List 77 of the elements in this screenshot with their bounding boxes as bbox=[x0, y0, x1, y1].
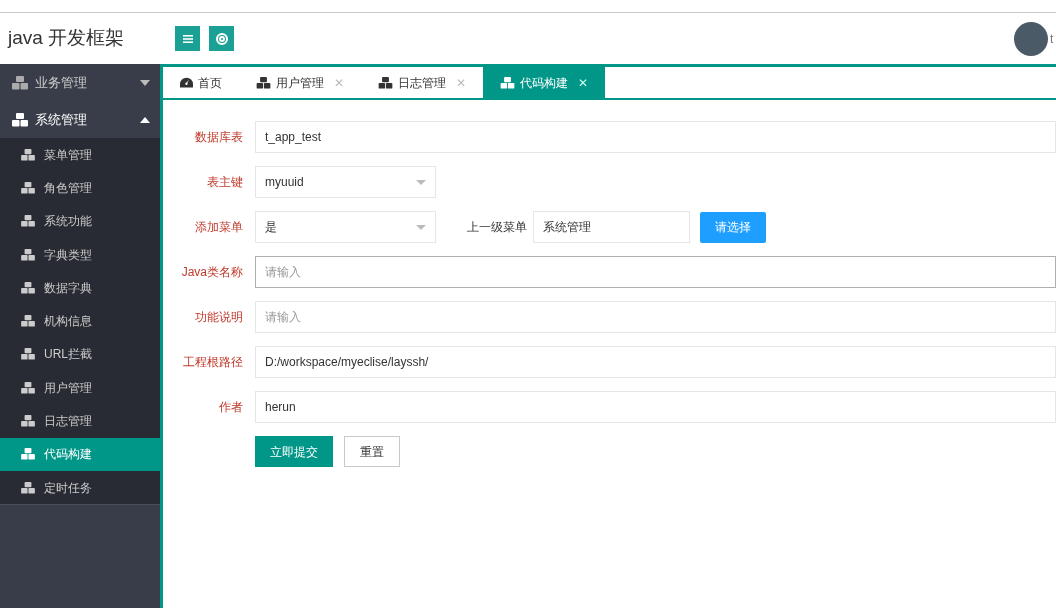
item-label: 代码构建 bbox=[44, 446, 92, 464]
input-field[interactable]: 系统管理 bbox=[533, 211, 690, 243]
menu-button[interactable] bbox=[175, 26, 200, 51]
item-label: URL拦截 bbox=[44, 346, 92, 364]
app-title: java 开发框架 bbox=[6, 26, 126, 51]
sidebar-item[interactable]: 字典类型 bbox=[0, 237, 160, 272]
sidebar-item[interactable]: 定时任务 bbox=[0, 470, 160, 505]
caret-down-icon bbox=[140, 79, 150, 86]
cubes-icon bbox=[21, 448, 35, 461]
group-label: 业务管理 bbox=[35, 73, 88, 92]
cubes-icon bbox=[21, 248, 35, 261]
item-label: 用户管理 bbox=[44, 379, 92, 397]
tab-label: 日志管理 bbox=[398, 74, 446, 92]
item-label: 角色管理 bbox=[44, 179, 92, 197]
group-label: 系统管理 bbox=[35, 110, 88, 129]
field-label: Java类名称 bbox=[180, 264, 243, 281]
sidebar-item[interactable]: 角色管理 bbox=[0, 171, 160, 205]
item-label: 日志管理 bbox=[44, 413, 92, 430]
field-label: 表主键 bbox=[206, 174, 243, 191]
cubes-icon bbox=[12, 112, 28, 127]
item-label: 定时任务 bbox=[44, 479, 92, 497]
cubes-icon bbox=[21, 348, 35, 361]
caret-down-icon bbox=[416, 179, 426, 185]
field-label: 添加菜单 bbox=[194, 219, 243, 236]
menu-icon bbox=[182, 34, 193, 43]
field-label: 上一级菜单 bbox=[467, 219, 527, 236]
reset-button[interactable]: 重置 bbox=[344, 436, 400, 467]
tab[interactable]: 首页 bbox=[163, 67, 239, 98]
input-field[interactable]: t_app_test bbox=[255, 121, 1056, 153]
tab-label: 代码构建 bbox=[520, 74, 568, 92]
item-label: 系统功能 bbox=[44, 213, 92, 231]
caret-up-icon bbox=[140, 116, 150, 123]
tab[interactable]: 日志管理 ✕ bbox=[361, 67, 483, 98]
caret-down-icon bbox=[416, 224, 426, 230]
sidebar-item[interactable]: 日志管理 bbox=[0, 404, 160, 438]
item-label: 菜单管理 bbox=[44, 146, 92, 164]
tab[interactable]: 代码构建 ✕ bbox=[483, 67, 605, 98]
username[interactable]: t bbox=[1050, 29, 1056, 48]
item-label: 机构信息 bbox=[44, 313, 92, 331]
cubes-icon bbox=[21, 381, 35, 394]
cubes-icon bbox=[256, 76, 271, 89]
cubes-icon bbox=[21, 281, 35, 294]
dashboard-icon bbox=[180, 77, 193, 88]
tab-label: 用户管理 bbox=[276, 74, 324, 92]
cubes-icon bbox=[21, 315, 35, 328]
sidebar-item[interactable]: URL拦截 bbox=[0, 337, 160, 372]
input-field[interactable]: 请输入 bbox=[255, 256, 1056, 288]
sidebar-item[interactable]: 系统功能 bbox=[0, 204, 160, 238]
field-label: 作者 bbox=[218, 399, 243, 416]
select-field[interactable]: myuuid bbox=[255, 166, 436, 198]
select-field[interactable]: 是 bbox=[255, 211, 436, 243]
sidebar-item[interactable]: 菜单管理 bbox=[0, 138, 160, 172]
sidebar-item[interactable]: 数据字典 bbox=[0, 271, 160, 305]
cubes-icon bbox=[12, 75, 28, 90]
sidebar-item[interactable]: 代码构建 bbox=[0, 437, 160, 471]
field-label: 功能说明 bbox=[194, 309, 243, 326]
cubes-icon bbox=[21, 215, 35, 228]
sidebar-item[interactable]: 机构信息 bbox=[0, 304, 160, 338]
input-field[interactable]: herun bbox=[255, 391, 1056, 423]
sidebar-item[interactable]: 用户管理 bbox=[0, 371, 160, 405]
field-label: 数据库表 bbox=[194, 129, 243, 146]
cubes-icon bbox=[378, 76, 393, 89]
cubes-icon bbox=[21, 481, 35, 494]
lifebuoy-button[interactable] bbox=[209, 26, 234, 51]
input-field[interactable]: D:/workspace/myeclise/layssh/ bbox=[255, 346, 1056, 378]
cubes-icon bbox=[21, 181, 35, 194]
avatar[interactable] bbox=[1014, 21, 1048, 56]
lifebuoy-icon bbox=[215, 32, 228, 45]
field-label: 工程根路径 bbox=[182, 354, 243, 371]
item-label: 数据字典 bbox=[44, 279, 92, 297]
submit-button[interactable]: 立即提交 bbox=[255, 436, 333, 467]
tab-label: 首页 bbox=[198, 74, 222, 92]
cubes-icon bbox=[21, 415, 35, 427]
cubes-icon bbox=[21, 148, 35, 161]
item-label: 字典类型 bbox=[44, 246, 92, 264]
tab[interactable]: 用户管理 ✕ bbox=[239, 67, 361, 98]
cubes-icon bbox=[500, 76, 515, 89]
